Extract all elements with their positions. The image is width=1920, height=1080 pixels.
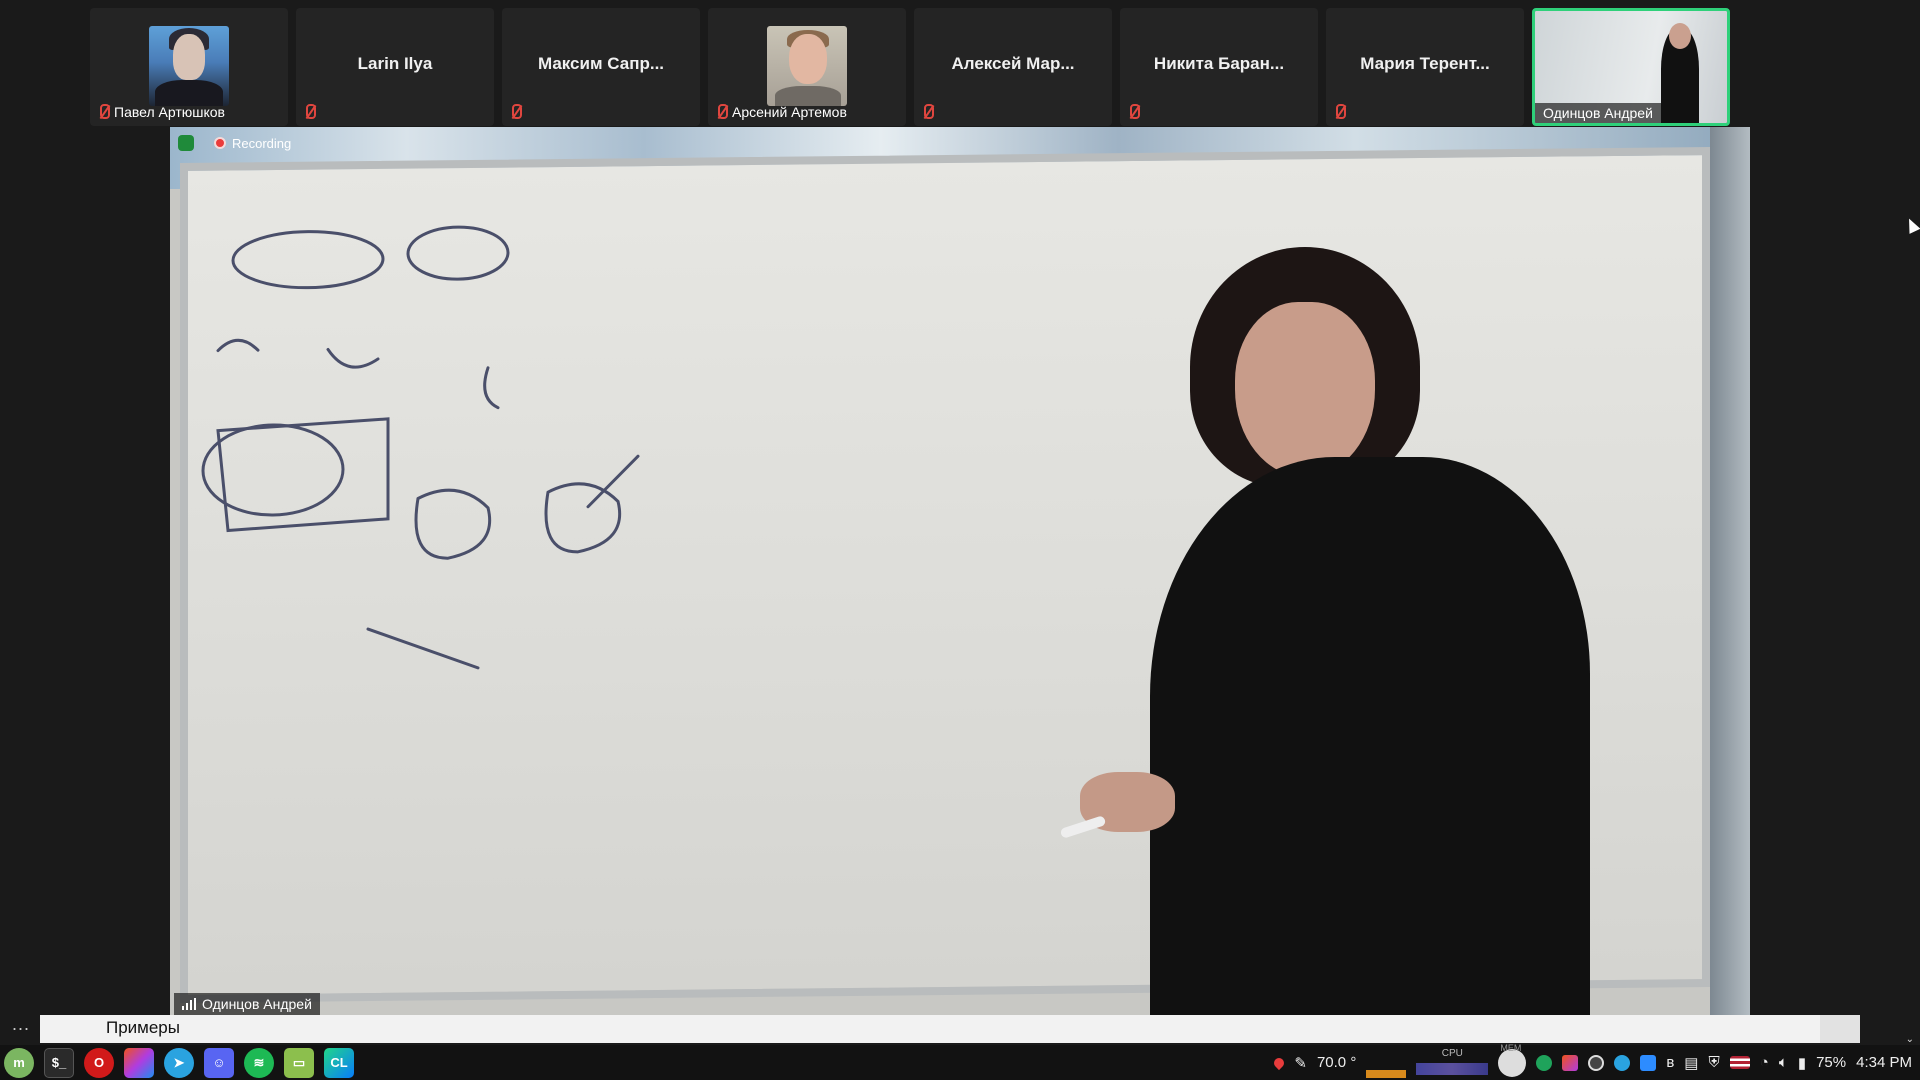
participant-name: Одинцов Андрей [1543,105,1653,121]
mic-muted-icon [508,104,522,120]
participant-name: Алексей Мар... [951,54,1075,73]
tray-app-icon[interactable] [1536,1054,1553,1071]
location-pin-icon[interactable] [1272,1055,1287,1070]
volume-icon[interactable]: 🔈︎ [1779,1054,1788,1071]
mic-muted-icon [96,104,110,120]
opera-icon[interactable]: O [84,1047,114,1078]
mint-menu-icon[interactable]: m [4,1047,34,1078]
participant-name: Максим Сапр... [537,54,665,73]
zoom-icon[interactable] [1640,1054,1657,1071]
telegram-icon[interactable]: ➤ [164,1047,194,1078]
shield-icon[interactable]: ⛨ [1708,1054,1719,1071]
taskbar-apps: m $_ O ➤ ☺ ≋ ▭ CL [0,1047,354,1078]
participant-tile[interactable]: Мария Терент... [1326,8,1524,126]
recording-label: Recording [232,135,292,151]
keyboard-layout-flag-icon[interactable] [1729,1056,1750,1069]
terminal-icon[interactable]: $_ [44,1047,74,1078]
participant-tile[interactable]: Larin Ilya [296,8,494,126]
cpu-monitor[interactable]: CPU [1416,1048,1489,1078]
discord-icon[interactable]: ☺ [204,1047,234,1078]
mic-muted-icon [1332,104,1346,120]
clion-icon[interactable]: CL [324,1047,354,1078]
caption-text: Примеры [106,1018,180,1037]
bluetooth-icon[interactable]: ʙ [1666,1054,1674,1071]
wifi-icon[interactable]: ◔ [1760,1054,1769,1071]
participant-name: Арсений Артемов [732,104,847,120]
mic-muted-icon [920,104,934,120]
system-tray: ✎ 70.0 ° CPU MEM ʙ ▤ ⛨ ◔ 🔈︎ ▮ 75% 4:34 P… [1272,1043,1912,1080]
recording-indicator: Recording [178,135,291,151]
obs-icon[interactable] [1588,1054,1605,1071]
participant-tile[interactable]: Алексей Мар... [914,8,1112,126]
memory-monitor[interactable]: MEM [1498,1043,1527,1077]
participant-video [767,26,847,106]
temperature-bar [1366,1070,1407,1078]
battery-icon[interactable]: ▮ [1798,1054,1806,1072]
participant-tile-active-speaker[interactable]: Одинцов Андрей [1532,8,1730,126]
caption-bar: Примеры [40,1015,1860,1043]
jetbrains-tray-icon[interactable] [1562,1054,1579,1071]
participant-tile[interactable]: Максим Сапр... [502,8,700,126]
participant-name: Никита Баран... [1153,54,1285,73]
participant-name: Павел Артюшков [114,104,225,120]
mic-muted-icon [302,104,316,120]
participant-tile[interactable]: Арсений Артемов [708,8,906,126]
encryption-shield-icon [178,135,194,151]
taskbar: m $_ O ➤ ☺ ≋ ▭ CL ✎ 70.0 ° CPU MEM ʙ ▤ ⛨… [0,1043,1920,1080]
participant-name: Мария Терент... [1360,54,1490,73]
signal-strength-icon [182,998,196,1010]
telegram-tray-icon[interactable] [1614,1054,1631,1071]
recording-dot-icon [214,137,226,149]
main-video[interactable]: Recording Одинцов Андрей [170,127,1750,1017]
thermometer-icon: ✎ [1294,1054,1307,1072]
mic-muted-icon [714,104,728,120]
chevron-down-icon[interactable]: ⌄ [1906,1034,1914,1045]
temperature-readout: 70.0 ° [1316,1054,1357,1071]
spotify-icon[interactable]: ≋ [244,1047,274,1078]
participant-tile[interactable]: Никита Баран... [1120,8,1318,126]
participant-tile[interactable]: Павел Артюшков [90,8,288,126]
mouse-cursor-icon [1903,216,1920,234]
more-options-button[interactable]: ... [12,1014,30,1035]
clipboard-icon[interactable]: ▤ [1684,1054,1698,1072]
participants-strip: Павел Артюшков Larin Ilya Максим Сапр...… [90,8,1730,126]
participant-name: Larin Ilya [357,54,433,73]
battery-level: 75% [1816,1054,1847,1071]
mic-muted-icon [1126,104,1140,120]
jetbrains-toolbox-icon[interactable] [124,1047,154,1078]
files-icon[interactable]: ▭ [284,1047,314,1078]
speaker-name: Одинцов Андрей [202,996,312,1012]
speaker-name-tag: Одинцов Андрей [174,993,320,1015]
clock[interactable]: 4:34 PM [1856,1054,1912,1071]
participant-video [149,26,229,106]
